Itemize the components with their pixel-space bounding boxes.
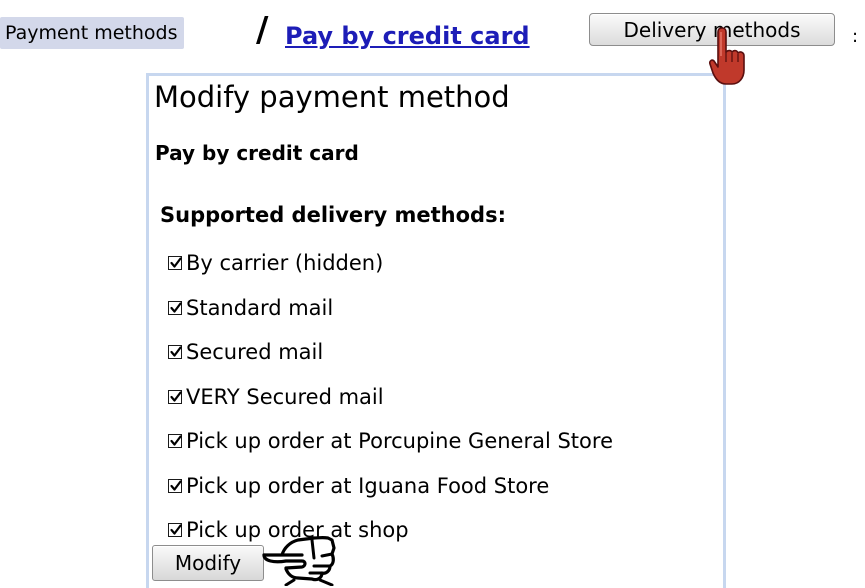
outlined-pointing-hand-icon [262, 535, 336, 586]
delivery-method-label: VERY Secured mail [186, 384, 384, 409]
checkmark-icon [170, 524, 182, 535]
checkmark-icon [170, 480, 182, 491]
delivery-method-checkbox[interactable] [168, 434, 182, 449]
delivery-method-label: Pick up order at Porcupine General Store [186, 429, 613, 454]
delivery-method-checkbox[interactable] [168, 389, 182, 404]
form-title: Modify payment method [154, 80, 510, 114]
delivery-method-item[interactable]: Standard mail [168, 286, 613, 331]
pointing-hand-cursor-icon [709, 27, 745, 85]
checkmark-icon [170, 346, 182, 357]
delivery-method-item[interactable]: Pick up order at Iguana Food Store [168, 464, 613, 509]
checkmark-icon [170, 257, 182, 268]
delivery-method-checkbox[interactable] [168, 256, 182, 271]
delivery-method-checkbox[interactable] [168, 478, 182, 493]
payment-method-name: Pay by credit card [155, 141, 359, 165]
delivery-method-checkbox[interactable] [168, 345, 182, 360]
breadcrumb-trailing-mark: : [852, 26, 859, 47]
breadcrumb-current-link[interactable]: Pay by credit card [285, 22, 530, 50]
delivery-method-checkbox[interactable] [168, 523, 182, 538]
delivery-method-label: Standard mail [186, 295, 334, 320]
delivery-method-item[interactable]: By carrier (hidden) [168, 241, 613, 286]
checkmark-icon [170, 391, 182, 402]
delivery-method-label: Secured mail [186, 340, 324, 365]
delivery-methods-label: Supported delivery methods: [160, 203, 506, 227]
modify-button[interactable]: Modify [152, 545, 264, 581]
checkmark-icon [170, 435, 182, 446]
delivery-method-label: By carrier (hidden) [186, 251, 384, 276]
delivery-method-item[interactable]: Secured mail [168, 330, 613, 375]
delivery-method-item[interactable]: VERY Secured mail [168, 375, 613, 420]
delivery-method-checkbox[interactable] [168, 300, 182, 315]
delivery-method-label: Pick up order at Iguana Food Store [186, 473, 550, 498]
modify-payment-method-form: Modify payment method Pay by credit card… [146, 73, 726, 588]
delivery-methods-list: By carrier (hidden) Standard mail Secured … [168, 241, 613, 553]
breadcrumb-parent-link[interactable]: Payment methods [0, 17, 184, 49]
delivery-method-item[interactable]: Pick up order at Porcupine General Store [168, 419, 613, 464]
breadcrumb-separator: / [256, 10, 269, 50]
checkmark-icon [170, 302, 182, 313]
